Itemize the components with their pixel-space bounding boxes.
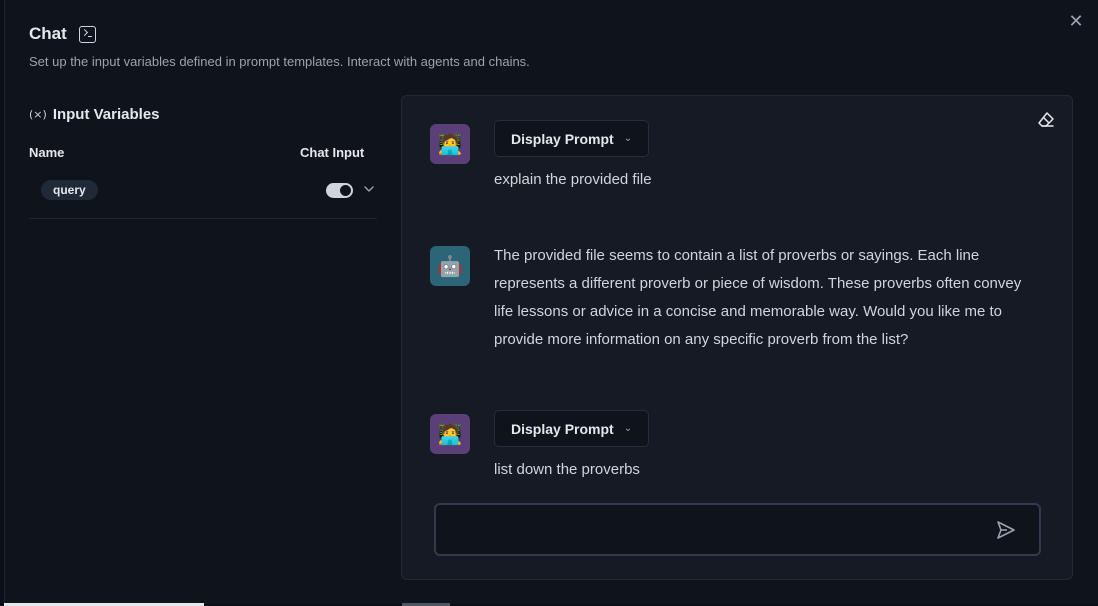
toggle-knob bbox=[340, 185, 351, 196]
chevron-down-icon: ⌄ bbox=[623, 133, 633, 144]
display-prompt-button[interactable]: Display Prompt ⌄ bbox=[494, 120, 650, 157]
terminal-icon bbox=[78, 25, 96, 43]
display-prompt-label: Display Prompt bbox=[511, 130, 614, 147]
chat-input-box bbox=[434, 503, 1041, 556]
chevron-down-icon[interactable] bbox=[362, 182, 376, 196]
bot-avatar: 🤖 bbox=[430, 246, 470, 286]
user-avatar: 🧑‍💻 bbox=[430, 414, 470, 454]
divider bbox=[29, 218, 377, 219]
input-variables-header: (×) Input Variables bbox=[29, 106, 160, 123]
variable-name-badge: query bbox=[41, 180, 98, 200]
page-subtitle: Set up the input variables defined in pr… bbox=[29, 54, 530, 69]
send-icon[interactable] bbox=[995, 519, 1017, 541]
chat-modal: ✕ Chat Set up the input variables define… bbox=[4, 0, 1098, 604]
close-icon[interactable]: ✕ bbox=[1067, 12, 1085, 30]
chat-input[interactable] bbox=[448, 517, 978, 543]
chat-input-toggle[interactable] bbox=[326, 183, 353, 198]
eraser-icon[interactable] bbox=[1036, 110, 1056, 130]
user-avatar: 🧑‍💻 bbox=[430, 124, 470, 164]
chevron-down-icon: ⌄ bbox=[623, 423, 633, 434]
chat-panel: 🧑‍💻 Display Prompt ⌄ explain the provide… bbox=[401, 95, 1073, 580]
column-chat-input-header: Chat Input bbox=[300, 145, 365, 160]
input-variables-title: Input Variables bbox=[52, 106, 160, 123]
bot-message-text: The provided file seems to contain a lis… bbox=[494, 247, 1022, 348]
column-name-header: Name bbox=[29, 145, 65, 160]
display-prompt-label: Display Prompt bbox=[511, 420, 614, 437]
title-row: Chat bbox=[29, 22, 96, 46]
user-message-text: explain the provided file bbox=[494, 171, 652, 188]
display-prompt-button[interactable]: Display Prompt ⌄ bbox=[494, 410, 650, 447]
page-title: Chat bbox=[29, 24, 67, 43]
user-message-text: list down the proverbs bbox=[494, 461, 640, 478]
variable-icon: (×) bbox=[29, 108, 47, 121]
